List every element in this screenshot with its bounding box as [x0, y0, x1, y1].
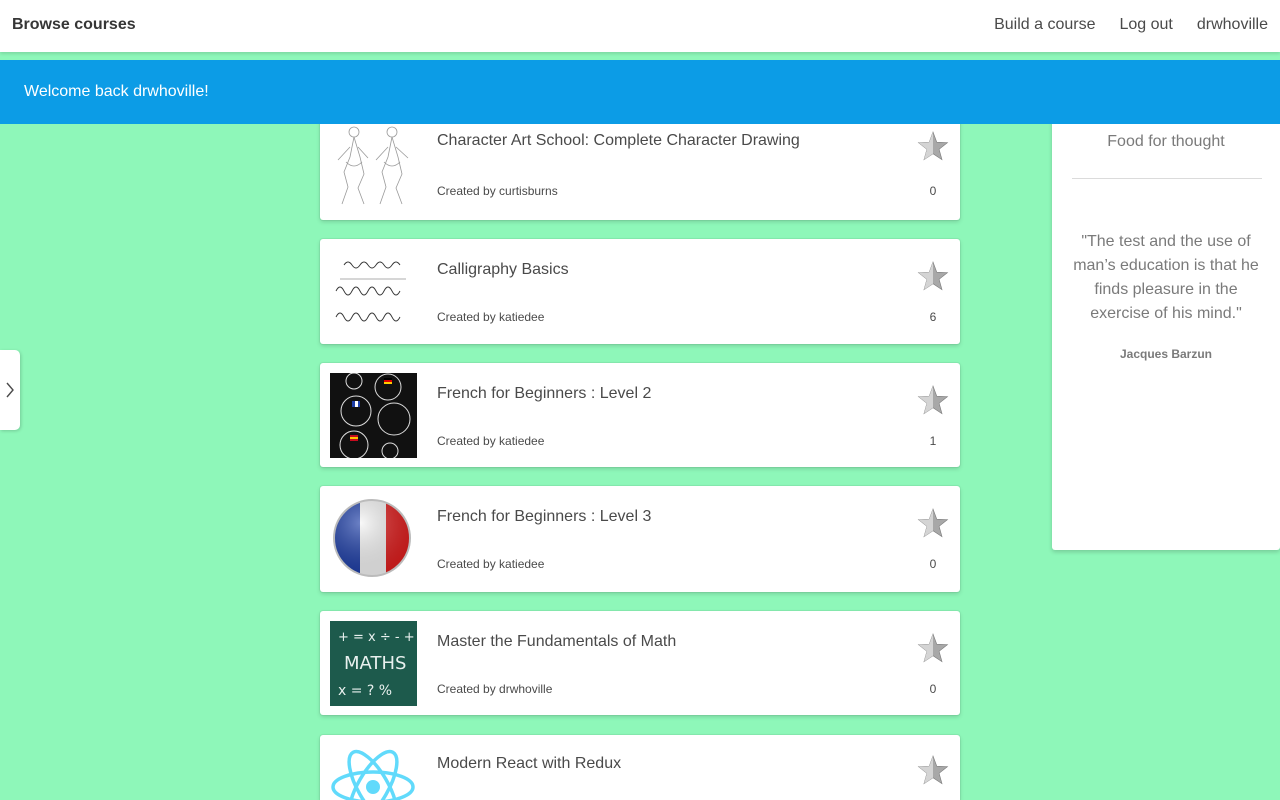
star-icon[interactable]	[917, 260, 949, 292]
react-logo-image	[331, 749, 415, 800]
course-author: Created by curtisburns	[437, 184, 558, 198]
chevron-right-icon	[6, 382, 14, 398]
course-thumbnail	[330, 122, 417, 207]
star-icon[interactable]	[917, 130, 949, 162]
course-thumbnail	[330, 373, 417, 458]
user-profile-link[interactable]: drwhoville	[1197, 16, 1268, 34]
top-navbar: Browse courses Build a course Log out dr…	[0, 0, 1280, 52]
star-icon[interactable]	[917, 754, 949, 786]
divider	[1072, 178, 1262, 179]
svg-text:x = ? %: x = ? %	[338, 683, 392, 699]
calligraphy-image	[335, 261, 406, 322]
sidebar-toggle[interactable]	[0, 350, 20, 430]
star-icon[interactable]	[917, 632, 949, 664]
star-count: 0	[929, 557, 937, 571]
star-count: 1	[929, 434, 937, 448]
course-card[interactable]: Modern React with Redux	[320, 735, 960, 800]
french-flag-image	[333, 499, 411, 577]
course-title[interactable]: Modern React with Redux	[437, 755, 621, 773]
course-thumbnail: + = x ÷ - + MATHS x = ? %	[330, 621, 417, 706]
course-card[interactable]: + = x ÷ - + MATHS x = ? % Master the Fun…	[320, 611, 960, 715]
course-card[interactable]: French for Beginners : Level 2 Created b…	[320, 363, 960, 467]
course-title[interactable]: Calligraphy Basics	[437, 261, 569, 279]
course-title[interactable]: Master the Fundamentals of Math	[437, 633, 676, 651]
course-thumbnail	[330, 249, 417, 334]
notification-message: Welcome back drwhoville!	[24, 83, 209, 100]
quote-heading: Food for thought	[1107, 133, 1225, 150]
star-count: 0	[929, 682, 937, 696]
quote-author: Jacques Barzun	[1119, 347, 1213, 361]
course-thumbnail	[330, 496, 417, 581]
course-author: Created by katiedee	[437, 434, 545, 448]
course-author: Created by drwhoville	[437, 682, 553, 696]
svg-text:+ = x ÷ - +: + = x ÷ - +	[338, 630, 415, 645]
course-title[interactable]: French for Beginners : Level 3	[437, 508, 651, 526]
speech-bubbles-image	[330, 373, 417, 458]
logout-link[interactable]: Log out	[1119, 16, 1172, 34]
course-card[interactable]: Calligraphy Basics Created by katiedee 6	[320, 239, 960, 344]
course-card[interactable]: French for Beginners : Level 3 Created b…	[320, 486, 960, 592]
star-icon[interactable]	[917, 507, 949, 539]
star-count: 0	[929, 184, 937, 198]
browse-courses-link[interactable]: Browse courses	[12, 16, 136, 34]
course-author: Created by katiedee	[437, 310, 545, 324]
thumb-text: MATHS	[344, 653, 406, 674]
maths-chalkboard-image: + = x ÷ - + MATHS x = ? %	[330, 621, 417, 706]
welcome-notification: Welcome back drwhoville!	[0, 60, 1280, 124]
quote-text: "The test and the use of man’s education…	[1073, 233, 1259, 322]
character-sketch-image	[337, 126, 409, 205]
build-course-link[interactable]: Build a course	[994, 16, 1095, 34]
course-author: Created by katiedee	[437, 557, 545, 571]
nav-links: Build a course Log out drwhoville	[994, 16, 1268, 34]
quote-panel: Food for thought "The test and the use o…	[1052, 100, 1280, 550]
course-title[interactable]: Character Art School: Complete Character…	[437, 132, 800, 150]
star-icon[interactable]	[917, 384, 949, 416]
course-thumbnail	[330, 743, 417, 800]
course-title[interactable]: French for Beginners : Level 2	[437, 385, 651, 403]
star-count: 6	[929, 310, 937, 324]
